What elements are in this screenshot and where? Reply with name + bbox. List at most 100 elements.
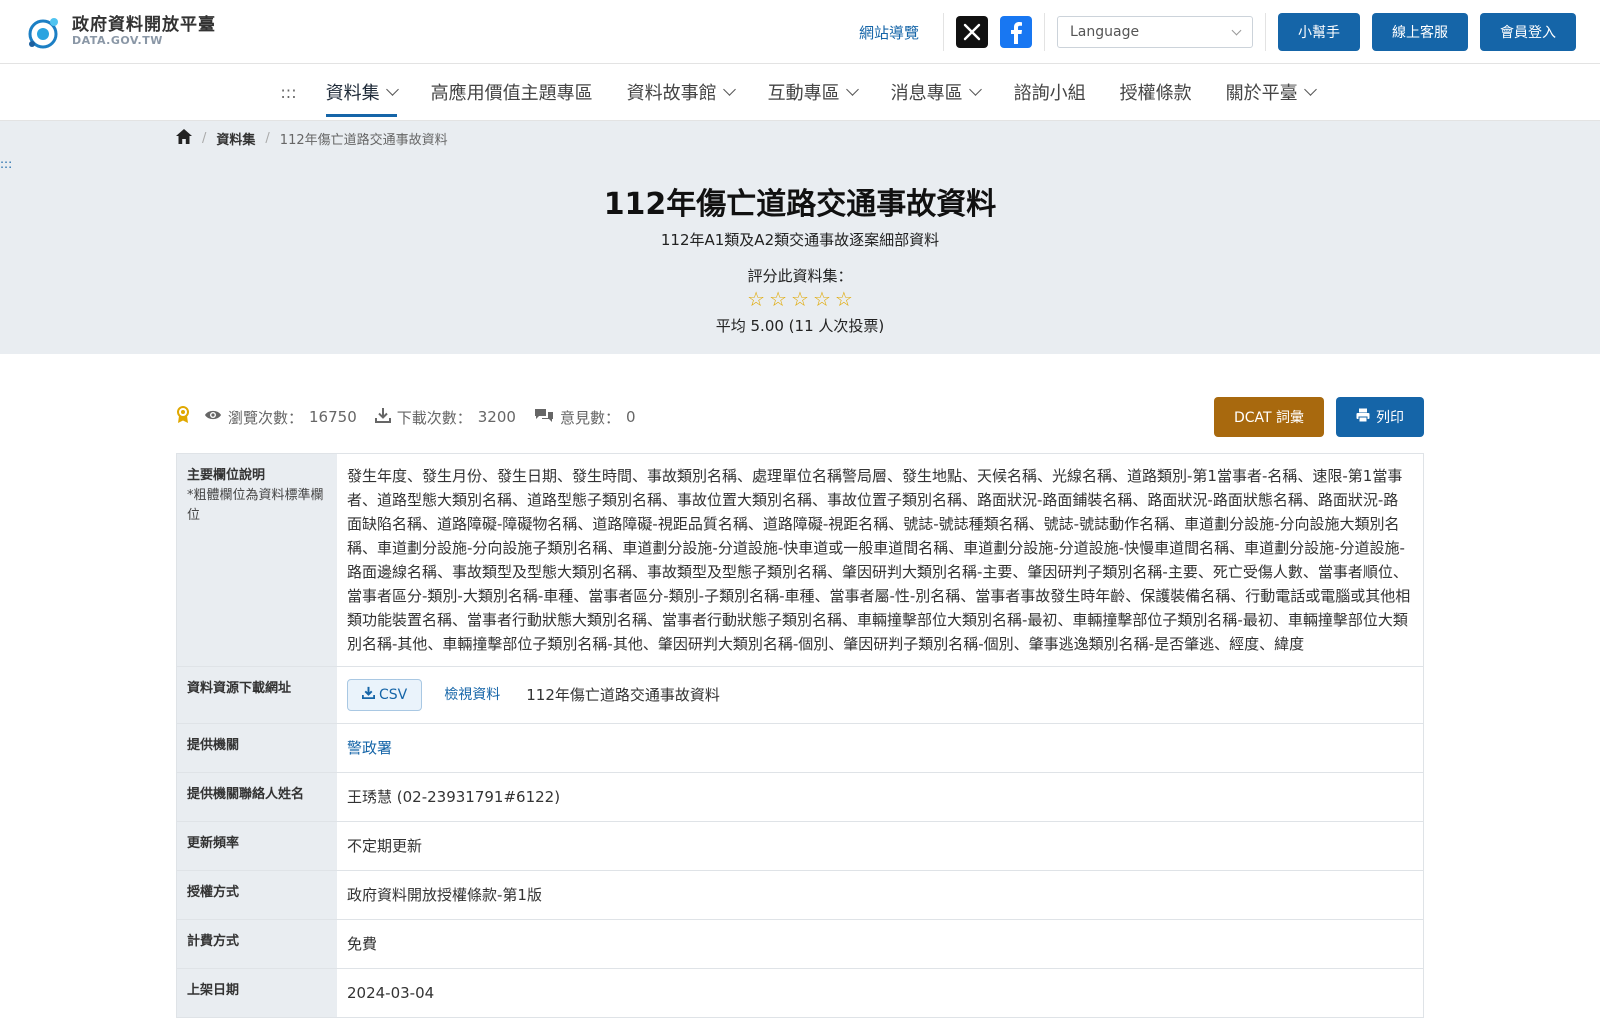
csv-format-label: CSV xyxy=(379,687,408,703)
nav-item-high-value[interactable]: 高應用價值主題專區 xyxy=(414,64,610,121)
download-count-value: 3200 xyxy=(477,408,516,426)
printer-icon xyxy=(1356,408,1370,426)
license-value: 政府資料開放授權條款-第1版 xyxy=(347,886,542,905)
star-icon[interactable]: ☆ xyxy=(791,289,809,309)
csv-download-button[interactable]: CSV xyxy=(347,679,423,712)
view-count-value: 16750 xyxy=(309,408,357,426)
nav-item-stories[interactable]: 資料故事館 xyxy=(610,64,751,121)
nav-item-label: 互動專區 xyxy=(767,83,840,104)
chevron-down-icon xyxy=(968,83,982,96)
chevron-down-icon xyxy=(385,83,399,96)
print-button-label: 列印 xyxy=(1376,410,1404,426)
rating-label: 評分此資料集： xyxy=(747,267,853,285)
logo-subtitle: DATA.GOV.TW xyxy=(72,33,163,47)
print-button[interactable]: 列印 xyxy=(1336,397,1424,437)
fields-value: 發生年度、發生月份、發生日期、發生時間、事故類別名稱、處理單位名稱警局層、發生地… xyxy=(347,467,1411,653)
published-label: 上架日期 xyxy=(177,969,337,1018)
language-select-value: Language xyxy=(1070,24,1140,40)
logo-icon xyxy=(24,14,64,50)
nav-item-news[interactable]: 消息專區 xyxy=(874,64,997,121)
provider-cell: 警政署 xyxy=(337,724,1423,772)
language-select[interactable]: Language xyxy=(1057,16,1253,48)
dataset-stats: 瀏覽次數： 16750 下載次數： 3200 意見數： 0 DCAT 詞彙 列印 xyxy=(176,397,1424,437)
logo-title: 政府資料開放平臺 xyxy=(72,15,216,36)
dataset-subtitle: 112年A1類及A2類交通事故逐案細部資料 xyxy=(660,231,940,249)
download-count-label: 下載次數： xyxy=(396,408,472,427)
divider xyxy=(1044,13,1045,51)
nav-accesskey[interactable]: ::: xyxy=(268,83,308,102)
breadcrumb-separator: / xyxy=(202,131,207,146)
breadcrumb-current: 112年傷亡道路交通事故資料 xyxy=(279,133,448,148)
award-badge-icon xyxy=(176,406,190,428)
home-icon[interactable] xyxy=(176,129,192,148)
row-label: 主要欄位說明 *粗體欄位為資料標準欄位 xyxy=(177,454,337,666)
nav-item-license[interactable]: 授權條款 xyxy=(1103,64,1209,121)
resource-name: 112年傷亡道路交通事故資料 xyxy=(526,686,720,705)
x-twitter-icon[interactable] xyxy=(956,16,988,48)
contact-label: 提供機關聯絡人姓名 xyxy=(177,773,337,822)
view-data-link[interactable]: 檢視資料 xyxy=(444,684,500,706)
frequency-value: 不定期更新 xyxy=(347,837,423,856)
content-accesskey[interactable]: ::: xyxy=(0,157,12,171)
star-icon[interactable]: ☆ xyxy=(747,289,765,309)
download-icon xyxy=(374,407,391,427)
fee-value: 免費 xyxy=(347,935,378,954)
nav-item-interactive[interactable]: 互動專區 xyxy=(751,64,874,121)
star-icon[interactable]: ☆ xyxy=(813,289,831,309)
published-value: 2024-03-04 xyxy=(347,984,435,1003)
comments-icon xyxy=(534,407,554,427)
view-count: 瀏覽次數： 16750 xyxy=(204,407,357,428)
chevron-down-icon xyxy=(1231,25,1242,35)
member-login-button[interactable]: 會員登入 xyxy=(1480,13,1576,51)
view-count-label: 瀏覽次數： xyxy=(228,408,304,427)
table-row: 提供機關聯絡人姓名 王琇慧 (02-23931791#6122) xyxy=(177,773,1423,823)
dataset-title: 112年傷亡道路交通事故資料 xyxy=(603,187,997,222)
comment-count-label: 意見數： xyxy=(559,408,620,427)
resource-value: CSV 檢視資料 112年傷亡道路交通事故資料 xyxy=(337,667,1423,723)
download-icon xyxy=(361,684,376,706)
rating-stars[interactable]: ☆ ☆ ☆ ☆ ☆ xyxy=(0,289,1600,309)
eye-icon xyxy=(204,408,222,426)
divider xyxy=(943,13,944,51)
chevron-down-icon xyxy=(845,83,859,96)
star-icon[interactable]: ☆ xyxy=(769,289,787,309)
table-row: 計費方式 免費 xyxy=(177,920,1423,970)
facebook-icon[interactable] xyxy=(1000,16,1032,48)
provider-link[interactable]: 警政署 xyxy=(347,739,392,757)
chevron-down-icon xyxy=(722,83,736,96)
download-count: 下載次數： 3200 xyxy=(374,407,516,428)
table-row: 更新頻率 不定期更新 xyxy=(177,822,1423,872)
table-row: 提供機關 警政署 xyxy=(177,724,1423,774)
online-service-button[interactable]: 線上客服 xyxy=(1372,13,1468,51)
helper-button[interactable]: 小幫手 xyxy=(1278,13,1360,51)
nav-item-about[interactable]: 關於平臺 xyxy=(1209,64,1332,121)
fields-label: 主要欄位說明 xyxy=(187,468,266,483)
comment-count-value: 0 xyxy=(625,408,636,426)
nav-item-label: 資料故事館 xyxy=(626,83,717,104)
nav-item-label: 諮詢小組 xyxy=(1013,83,1086,104)
star-icon[interactable]: ☆ xyxy=(835,289,853,309)
resource-label: 資料資源下載網址 xyxy=(177,667,337,724)
table-row: 上架日期 2024-03-04 xyxy=(177,969,1423,1018)
top-header: 政府資料開放平臺 DATA.GOV.TW 網站導覽 Language 小幫手 線… xyxy=(0,0,1600,64)
table-row: 資料資源下載網址 CSV 檢視資料 112年傷亡道路交通事故資料 xyxy=(177,667,1423,725)
site-logo[interactable]: 政府資料開放平臺 DATA.GOV.TW xyxy=(24,14,216,50)
nav-item-datasets[interactable]: 資料集 xyxy=(309,64,414,121)
provider-label: 提供機關 xyxy=(177,724,337,773)
breadcrumb-datasets[interactable]: 資料集 xyxy=(216,129,255,148)
nav-item-label: 資料集 xyxy=(325,83,380,104)
breadcrumb-separator: / xyxy=(265,131,270,146)
comment-count: 意見數： 0 xyxy=(534,407,636,428)
nav-item-advisory[interactable]: 諮詢小組 xyxy=(997,64,1103,121)
divider xyxy=(1265,13,1266,51)
nav-item-label: 關於平臺 xyxy=(1225,83,1298,104)
dcat-vocabulary-button[interactable]: DCAT 詞彙 xyxy=(1213,397,1324,437)
contact-value: 王琇慧 (02-23931791#6122) xyxy=(347,788,561,807)
main-nav: ::: 資料集 高應用價值主題專區 資料故事館 互動專區 消息專區 諮詢小組 授… xyxy=(0,64,1600,121)
nav-item-label: 高應用價值主題專區 xyxy=(430,83,593,104)
sitemap-link[interactable]: 網站導覽 xyxy=(859,22,919,43)
nav-item-label: 消息專區 xyxy=(890,83,963,104)
table-row: 授權方式 政府資料開放授權條款-第1版 xyxy=(177,871,1423,921)
frequency-label: 更新頻率 xyxy=(177,822,337,871)
dataset-metadata-table: 主要欄位說明 *粗體欄位為資料標準欄位 發生年度、發生月份、發生日期、發生時間、… xyxy=(176,453,1424,1018)
